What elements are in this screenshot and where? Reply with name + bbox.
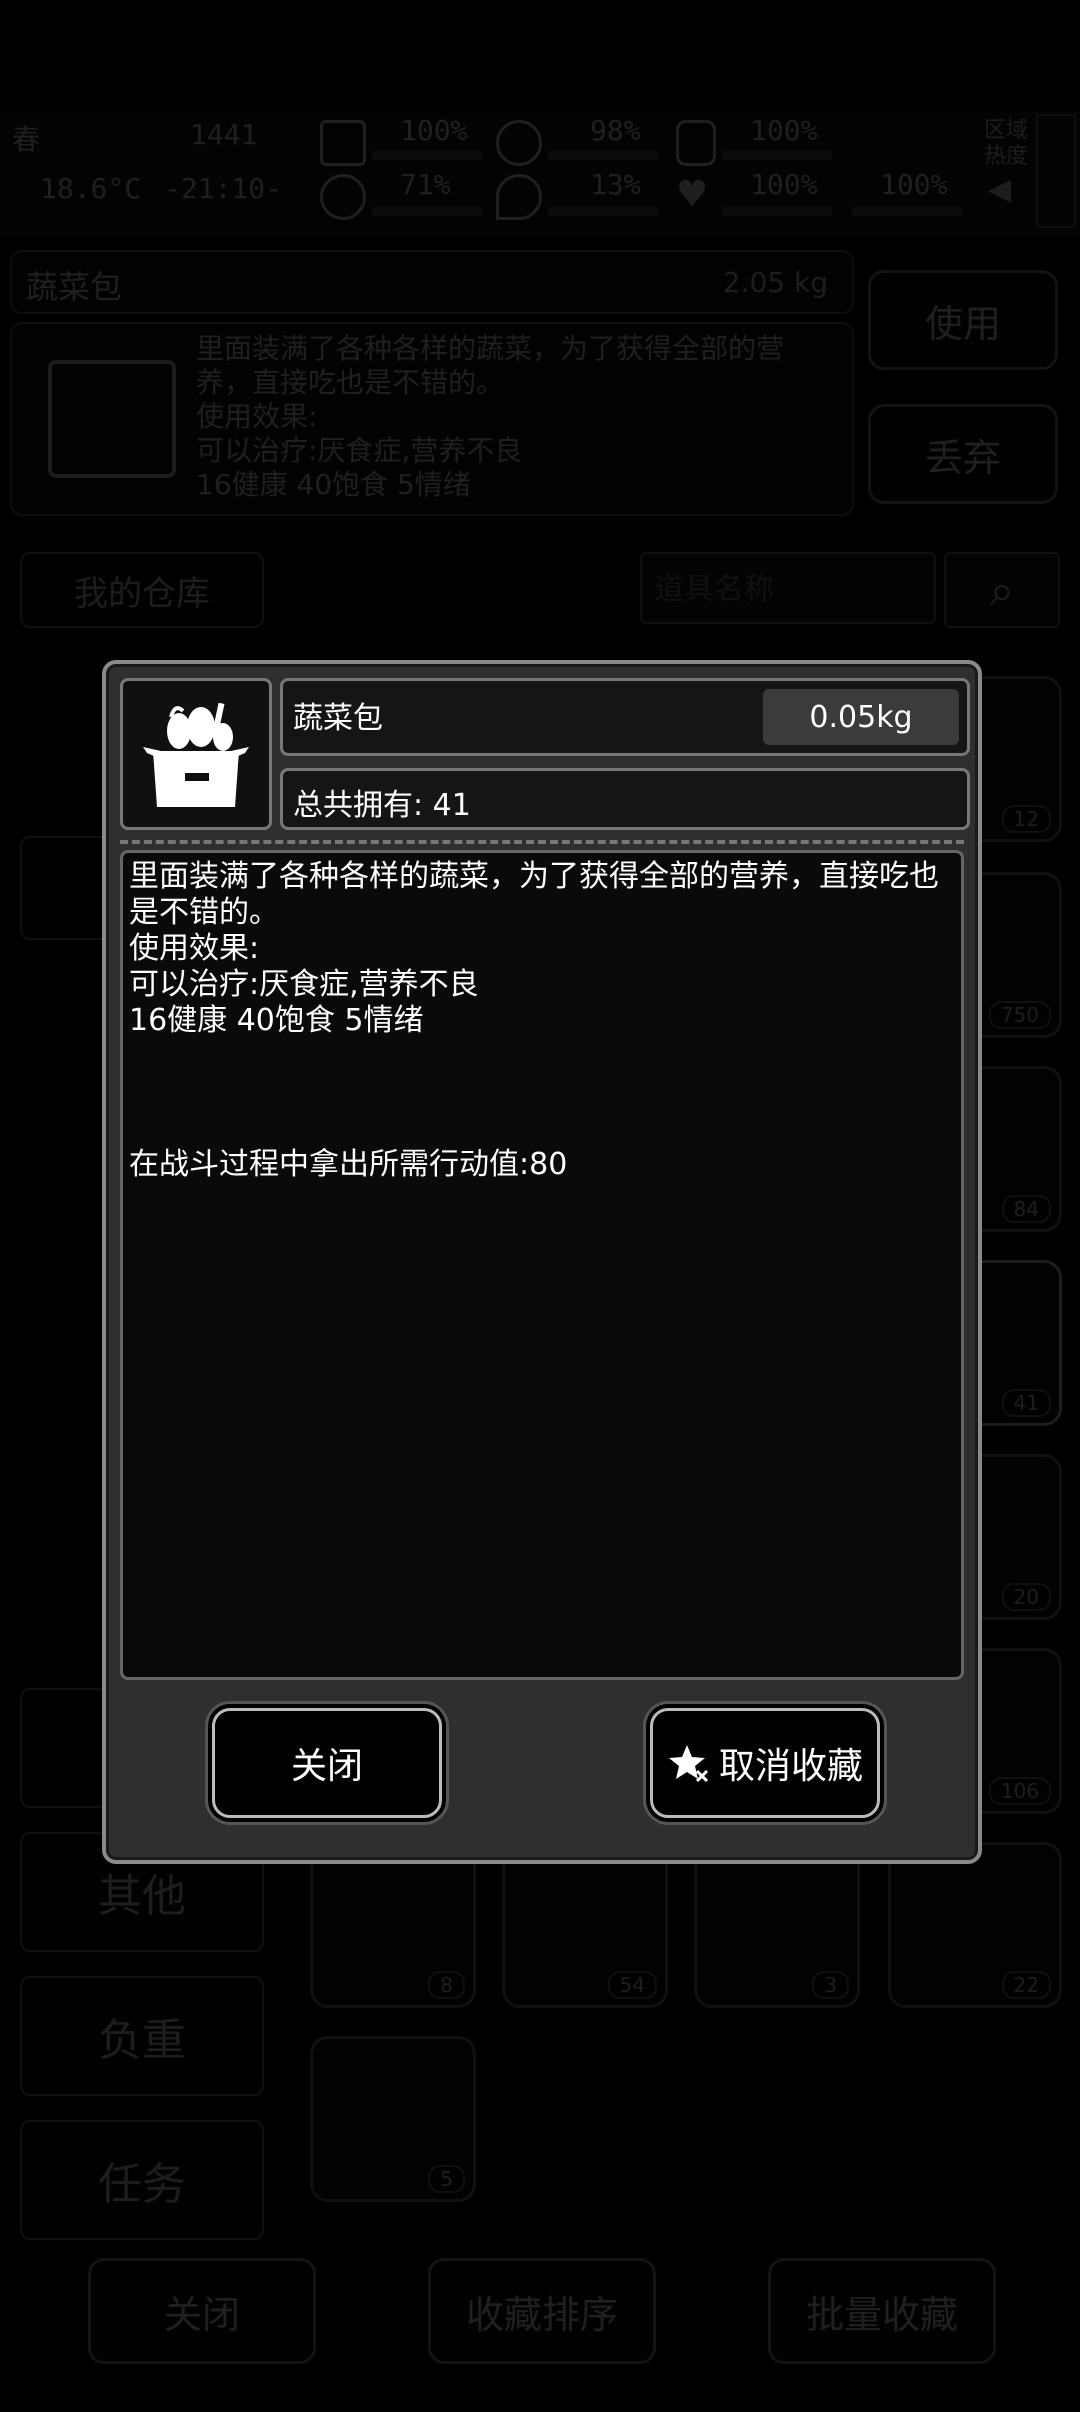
item-icon-box — [120, 678, 272, 830]
modal-close-button[interactable]: 关闭 — [212, 1708, 442, 1818]
item-detail-modal: 蔬菜包 0.05kg 总共拥有: 41 里面装满了各种各样的蔬菜，为了获得全部的… — [102, 660, 982, 1864]
dashed-divider — [120, 840, 964, 844]
unfavorite-label: 取消收藏 — [718, 1746, 863, 1787]
owned-count-bar: 总共拥有: 41 — [280, 768, 970, 830]
vegetable-bag-icon — [143, 702, 249, 807]
star-remove-icon — [668, 1745, 709, 1783]
modal-close-label: 关闭 — [290, 1746, 363, 1787]
unfavorite-button[interactable]: 取消收藏 — [650, 1708, 880, 1818]
item-description-box[interactable]: 里面装满了各种各样的蔬菜，为了获得全部的营养，直接吃也是不错的。 使用效果: 可… — [120, 850, 964, 1680]
item-name: 蔬菜包 — [293, 701, 383, 736]
item-name-bar: 蔬菜包 0.05kg — [280, 678, 970, 756]
item-description: 里面装满了各种各样的蔬菜，为了获得全部的营养，直接吃也是不错的。 使用效果: 可… — [129, 859, 939, 1182]
item-weight: 0.05kg — [763, 689, 959, 745]
owned-count: 总共拥有: 41 — [293, 788, 471, 823]
